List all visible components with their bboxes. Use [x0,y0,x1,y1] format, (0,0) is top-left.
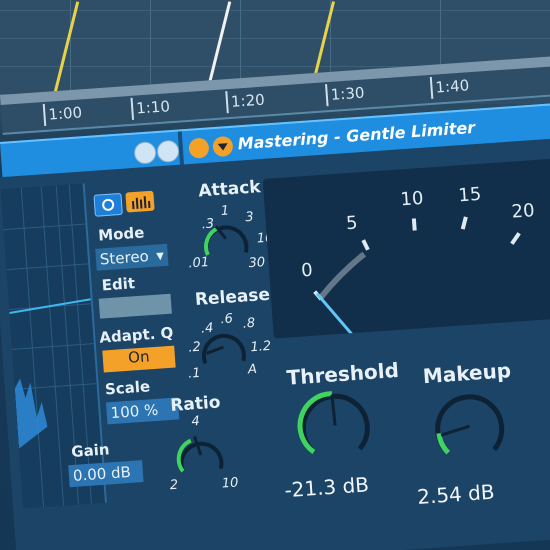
attack-tick: .3 [201,216,215,233]
ruler-label: 1:10 [135,97,171,118]
release-tick: .1 [187,365,202,382]
device-body: Mode Stereo ▾ Edit Adapt. Q On Scale 100… [0,136,550,550]
release-tick: .4 [200,320,214,337]
attack-tick: .01 [187,254,210,272]
attack-tick: 3 [244,209,255,226]
release-tick: .8 [242,315,256,332]
attack-tick: 1 [220,203,230,219]
hot-swap-icon[interactable] [133,141,157,165]
meter-needle [315,292,382,339]
release-label: Release [194,284,271,310]
mode-label: Mode [97,223,145,245]
audition-icon[interactable] [93,192,123,217]
gain-field[interactable]: 0.00 dB [68,460,144,488]
device-activator-icon[interactable] [188,137,210,159]
release-tick: .6 [219,311,234,328]
attack-knob[interactable]: .3 1 3 10 .01 30 [187,201,274,276]
ruler-label: 1:20 [230,90,266,111]
ratio-knob[interactable]: 4 2 10 [163,414,239,494]
edit-label: Edit [101,274,136,295]
ratio-label: Ratio [169,392,222,416]
save-preset-icon[interactable] [156,139,180,164]
ratio-tick: 10 [221,475,239,492]
makeup-value: 2.54 dB [416,479,496,509]
attack-tick: 30 [248,255,266,272]
scale-value: 100 % [110,400,159,423]
ruler-label: 1:30 [330,83,366,104]
release-knob[interactable]: .4 .6 .8 .2 1.2 .1 A [186,310,272,385]
release-tick: A [247,361,258,378]
threshold-knob[interactable] [287,378,383,474]
makeup-knob[interactable] [421,378,517,474]
adapt-q-value: On [127,347,151,367]
adapt-q-label: Adapt. Q [98,323,174,347]
ruler-label: 1:00 [47,103,83,124]
gain-reduction-meter: 0 5 10 15 20 [262,156,550,339]
scale-field[interactable]: 100 % [105,397,180,425]
ruler-label: 1:40 [434,76,470,97]
attack-label: Attack [197,177,262,202]
eq-graph[interactable] [0,183,107,509]
ratio-tick: 2 [169,477,179,494]
adapt-q-toggle[interactable]: On [102,345,176,373]
ratio-tick: 4 [190,413,201,430]
edit-field[interactable] [98,293,172,319]
live-screen: 1:00 1:10 1:20 1:30 1:40 Mastering - Gen… [0,0,550,550]
threshold-value: -21.3 dB [283,472,370,503]
spectrum-icon[interactable] [125,190,155,213]
mode-dropdown[interactable]: Stereo ▾ [95,243,169,271]
chevron-down-icon: ▾ [155,246,165,265]
release-tick: .2 [187,339,202,356]
gain-label: Gain [70,440,111,461]
scale-label: Scale [104,377,151,399]
gain-value: 0.00 dB [72,462,132,485]
fold-arrow-icon[interactable] [212,135,234,158]
mode-value: Stereo [99,247,150,269]
release-tick: 1.2 [249,338,272,356]
